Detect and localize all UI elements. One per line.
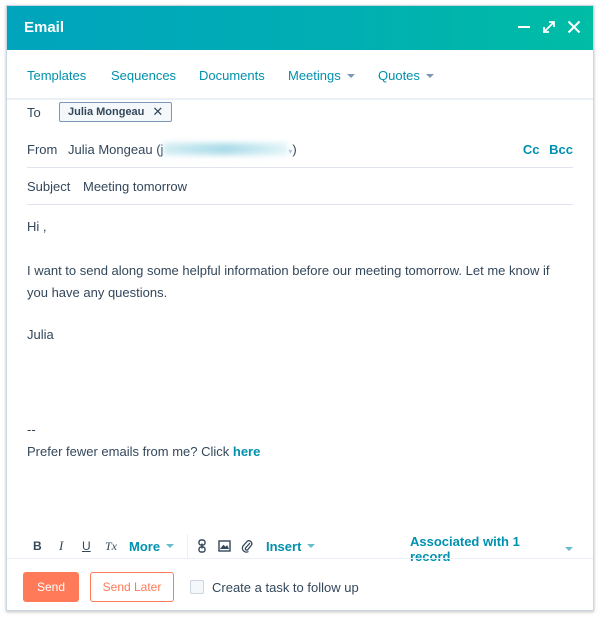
toolbar-separator (187, 534, 188, 558)
expand-button[interactable] (537, 15, 561, 39)
follow-up-task-checkbox[interactable] (190, 580, 204, 594)
tab-label: Templates (27, 68, 87, 83)
close-icon (567, 20, 581, 34)
italic-button[interactable]: I (59, 536, 63, 556)
divider (27, 204, 573, 205)
send-later-label: Send Later (102, 580, 162, 594)
more-label: More (129, 538, 161, 554)
remove-recipient-icon[interactable]: ✕ (152, 102, 163, 122)
insert-label: Insert (266, 538, 302, 554)
close-button[interactable] (562, 15, 586, 39)
attach-button[interactable] (241, 536, 253, 556)
from-select[interactable]: Julia Mongeau (j ▾) (68, 142, 297, 157)
body-signoff[interactable]: Julia (27, 324, 573, 346)
email-composer-window: Email Templates Sequences Documents Meet… (6, 5, 594, 611)
tab-quotes[interactable]: Quotes (378, 68, 434, 83)
tab-label: Documents (199, 68, 265, 83)
cc-link[interactable]: Cc (523, 142, 540, 157)
bcc-link[interactable]: Bcc (549, 142, 573, 157)
bold-icon: B (33, 539, 42, 553)
chevron-down-icon (425, 74, 434, 78)
recipient-name: Julia Mongeau (68, 106, 145, 118)
paperclip-icon (241, 540, 253, 553)
unsubscribe-text: Prefer fewer emails from me? Click (27, 444, 233, 459)
tab-label: Meetings (288, 68, 341, 83)
from-name: Julia Mongeau (68, 142, 153, 157)
underline-icon: U (82, 539, 91, 553)
composer-tabs: Templates Sequences Documents Meetings Q… (7, 50, 593, 100)
send-label: Send (36, 580, 66, 594)
divider (27, 167, 573, 168)
minimize-button[interactable] (512, 15, 536, 39)
footer-divider (7, 558, 593, 559)
chevron-down-icon (307, 544, 316, 548)
insert-dropdown[interactable]: Insert (266, 536, 316, 556)
redacted-email (163, 143, 289, 155)
cc-bcc-links: Cc Bcc (517, 142, 573, 157)
link-button[interactable] (197, 536, 207, 556)
expand-icon (543, 21, 555, 33)
body-paragraph[interactable]: I want to send along some helpful inform… (27, 260, 573, 304)
send-button[interactable]: Send (23, 572, 79, 602)
format-toolbar: B I U Tx More Insert Associated with 1 r… (27, 534, 573, 564)
tab-label: Sequences (111, 68, 177, 83)
associated-records-dropdown[interactable]: Associated with 1 record (410, 534, 573, 564)
follow-up-task-label[interactable]: Create a task to follow up (212, 580, 359, 595)
link-icon (198, 539, 206, 553)
subject-input[interactable]: Meeting tomorrow (83, 179, 187, 194)
from-email-prefix: (j (156, 142, 164, 157)
underline-button[interactable]: U (82, 536, 91, 556)
tab-documents[interactable]: Documents (199, 68, 265, 83)
composer-title: Email (24, 19, 65, 36)
associated-label: Associated with 1 record (410, 534, 520, 564)
tab-meetings[interactable]: Meetings (288, 68, 355, 83)
subject-label: Subject (27, 179, 71, 194)
bold-button[interactable]: B (33, 536, 42, 556)
image-button[interactable] (218, 536, 231, 556)
clear-format-icon: Tx (105, 538, 117, 553)
composer-header: Email (7, 6, 593, 50)
minimize-icon (518, 26, 530, 28)
tab-label: Quotes (378, 68, 420, 83)
signature-separator: -- (27, 422, 36, 437)
image-icon (218, 540, 231, 552)
unsubscribe-link[interactable]: here (233, 444, 260, 459)
tab-templates[interactable]: Templates (27, 68, 86, 83)
from-label: From (27, 142, 58, 157)
italic-icon: I (59, 538, 64, 553)
from-email-suffix: ) (292, 142, 297, 157)
chevron-down-icon (346, 74, 355, 78)
tab-sequences[interactable]: Sequences (111, 68, 176, 83)
clear-format-button[interactable]: Tx (105, 536, 117, 556)
send-later-button[interactable]: Send Later (90, 572, 174, 602)
body-greeting[interactable]: Hi , (27, 216, 573, 238)
to-label: To (27, 105, 41, 120)
chevron-down-icon (166, 544, 175, 548)
recipient-chip[interactable]: Julia Mongeau ✕ (59, 102, 173, 122)
more-dropdown[interactable]: More (129, 536, 175, 556)
unsubscribe-line: Prefer fewer emails from me? Click here (27, 441, 573, 463)
chevron-down-icon (565, 547, 573, 551)
